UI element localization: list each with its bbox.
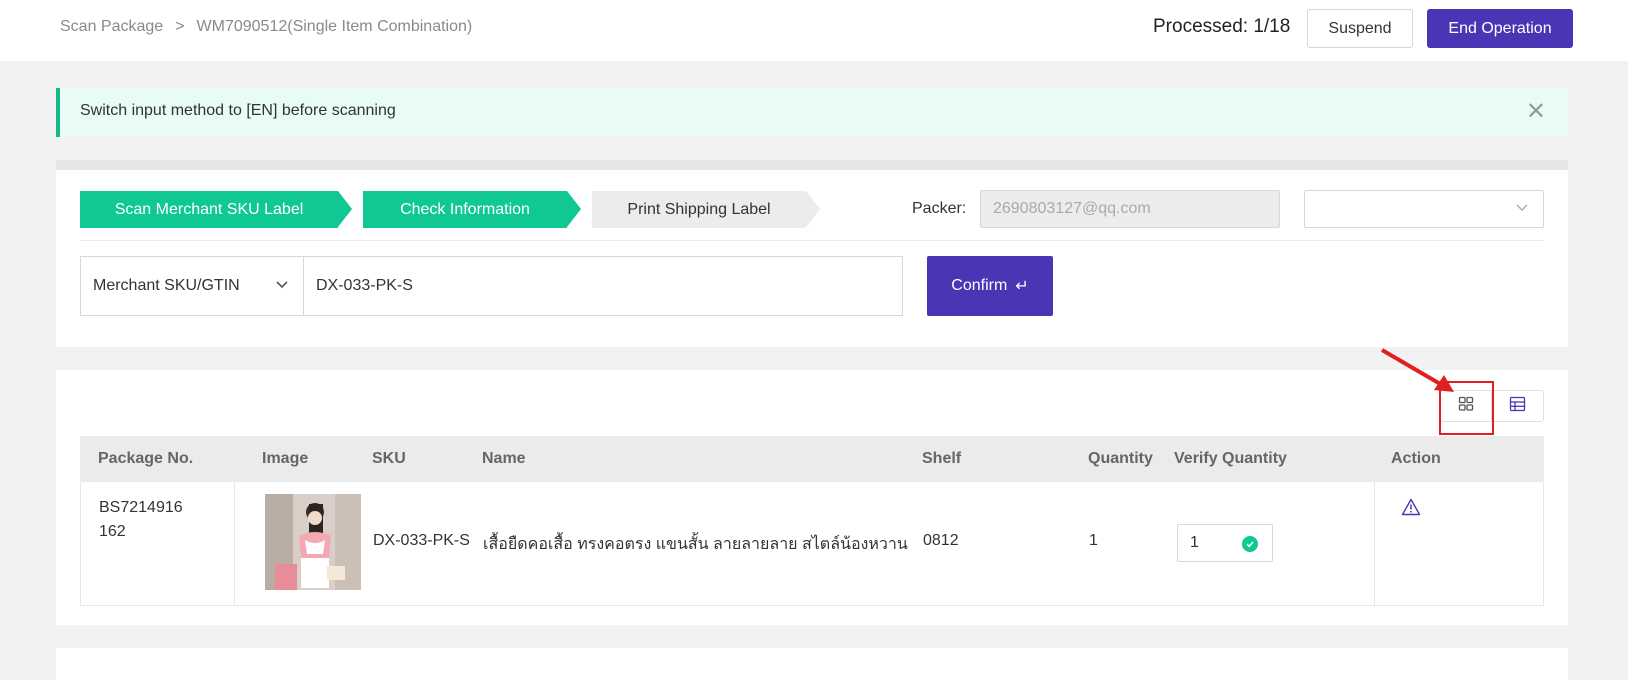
- input-method-alert: Switch input method to [EN] before scann…: [56, 88, 1568, 137]
- confirm-label: Confirm: [951, 277, 1008, 294]
- package-no-line: BS7214916: [99, 499, 183, 516]
- progress-steps: Scan Merchant SKU Label Check Informatio…: [80, 191, 820, 228]
- table-header: Package No. Image SKU Name Shelf Quantit…: [80, 436, 1544, 482]
- divider: [80, 240, 1544, 241]
- verify-quantity-value: 1: [1190, 534, 1199, 551]
- column-divider: [234, 482, 235, 606]
- breadcrumb-current: WM7090512(Single Item Combination): [196, 18, 473, 35]
- column-divider: [1374, 482, 1375, 606]
- header-shelf: Shelf: [922, 450, 962, 467]
- header-verify-quantity: Verify Quantity: [1174, 450, 1287, 467]
- package-table-panel: Package No. Image SKU Name Shelf Quantit…: [56, 370, 1568, 625]
- header-package-no: Package No.: [98, 450, 194, 467]
- header-name: Name: [482, 450, 526, 467]
- package-no-line: 162: [99, 523, 126, 540]
- suspend-button[interactable]: Suspend: [1307, 9, 1413, 48]
- step-scan-merchant-sku: Scan Merchant SKU Label: [80, 191, 352, 228]
- scan-panel: Scan Merchant SKU Label Check Informatio…: [56, 160, 1568, 347]
- step-print-shipping-label: Print Shipping Label: [592, 191, 820, 228]
- step-label: Scan Merchant SKU Label: [114, 200, 304, 218]
- packer-label: Packer:: [912, 200, 967, 217]
- breadcrumb-scan-package[interactable]: Scan Package: [60, 18, 163, 36]
- header-sku: SKU: [372, 450, 406, 467]
- verify-quantity-input[interactable]: 1: [1177, 524, 1273, 562]
- processed-count: Processed: 1/18: [1153, 16, 1291, 37]
- scan-type-value: Merchant SKU/GTIN: [93, 277, 240, 294]
- cell-package-no: BS7214916 162: [99, 496, 183, 544]
- header-image: Image: [262, 450, 309, 467]
- packer-dropdown[interactable]: [1304, 190, 1544, 228]
- step-label: Check Information: [400, 200, 530, 218]
- cell-shelf: 0812: [923, 532, 959, 549]
- cell-name: เสื้อยืดคอเสื้อ ทรงคอตรง แขนสั้น ลายลายล…: [483, 536, 908, 553]
- annotation-arrow: [1380, 348, 1454, 392]
- packer-field: 2690803127@qq.com: [980, 190, 1280, 228]
- product-image[interactable]: [265, 494, 361, 590]
- header: Scan Package > WM7090512(Single Item Com…: [0, 0, 1628, 61]
- breadcrumb: Scan Package > WM7090512(Single Item Com…: [60, 18, 472, 36]
- end-operation-button[interactable]: End Operation: [1427, 9, 1573, 48]
- close-icon[interactable]: ✕: [1526, 98, 1546, 126]
- warning-icon[interactable]: [1401, 498, 1421, 521]
- chevron-down-icon: [1515, 200, 1529, 217]
- cell-quantity: 1: [1089, 532, 1098, 549]
- table-view-button[interactable]: [1492, 391, 1543, 421]
- sku-input[interactable]: DX-033-PK-S: [303, 256, 903, 316]
- alert-text: Switch input method to [EN] before scann…: [80, 102, 396, 119]
- step-label: Print Shipping Label: [627, 200, 771, 218]
- package-table: Package No. Image SKU Name Shelf Quantit…: [80, 436, 1544, 606]
- confirm-button[interactable]: Confirm ↵: [927, 256, 1053, 316]
- table-row: BS7214916 162 DX-033-PK-S เสื้อยืดคอเสื้…: [80, 482, 1544, 606]
- chevron-down-icon: [275, 277, 289, 294]
- enter-icon: ↵: [1015, 278, 1029, 295]
- step-check-information: Check Information: [363, 191, 581, 228]
- cell-sku: DX-033-PK-S: [373, 532, 470, 549]
- scan-type-select[interactable]: Merchant SKU/GTIN: [80, 256, 304, 316]
- header-action: Action: [1391, 450, 1441, 467]
- breadcrumb-separator: >: [175, 18, 185, 35]
- table-view-icon: [1509, 396, 1526, 417]
- next-panel: [56, 648, 1568, 680]
- header-quantity: Quantity: [1088, 450, 1153, 467]
- check-circle-icon: [1242, 536, 1258, 552]
